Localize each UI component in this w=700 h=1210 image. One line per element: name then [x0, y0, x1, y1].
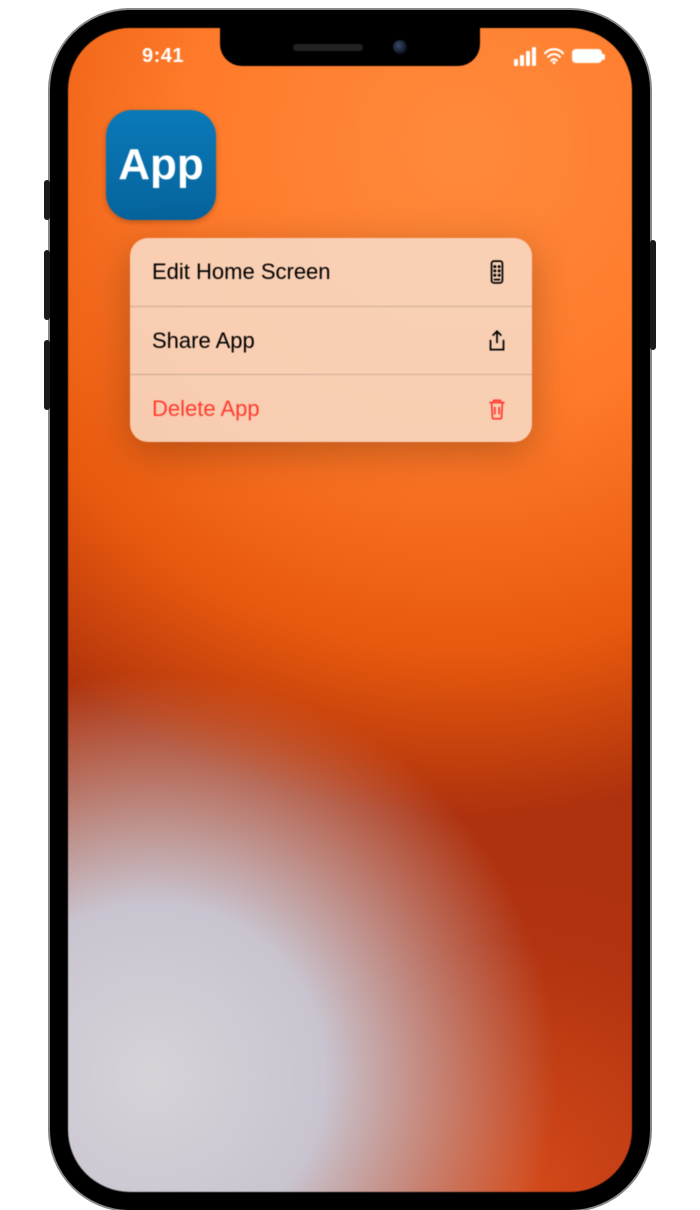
volume-down-button[interactable] [44, 340, 50, 410]
menu-item-label: Edit Home Screen [152, 259, 331, 285]
battery-icon [572, 49, 602, 63]
app-icon-label: App [118, 140, 204, 190]
edit-homescreen-icon [484, 259, 510, 285]
notch [220, 28, 480, 66]
screen: 9:41 App [68, 28, 632, 1192]
wifi-icon [543, 47, 565, 65]
menu-item-delete-app[interactable]: Delete App [130, 374, 532, 442]
menu-item-edit-home-screen[interactable]: Edit Home Screen [130, 238, 532, 306]
app-icon[interactable]: App [106, 110, 216, 220]
volume-up-button[interactable] [44, 250, 50, 320]
context-menu: Edit Home Screen Share App [130, 238, 532, 442]
menu-item-share-app[interactable]: Share App [130, 306, 532, 374]
share-icon [484, 328, 510, 354]
trash-icon [484, 396, 510, 422]
mute-switch[interactable] [44, 180, 50, 220]
cellular-signal-icon [514, 47, 536, 66]
front-camera [393, 40, 407, 54]
speaker-grill [293, 44, 363, 51]
menu-item-label: Share App [152, 328, 255, 354]
power-button[interactable] [650, 240, 656, 350]
status-indicators [472, 47, 602, 66]
menu-item-label: Delete App [152, 396, 260, 422]
status-time: 9:41 [98, 45, 228, 68]
device-frame: 9:41 App [50, 10, 650, 1210]
